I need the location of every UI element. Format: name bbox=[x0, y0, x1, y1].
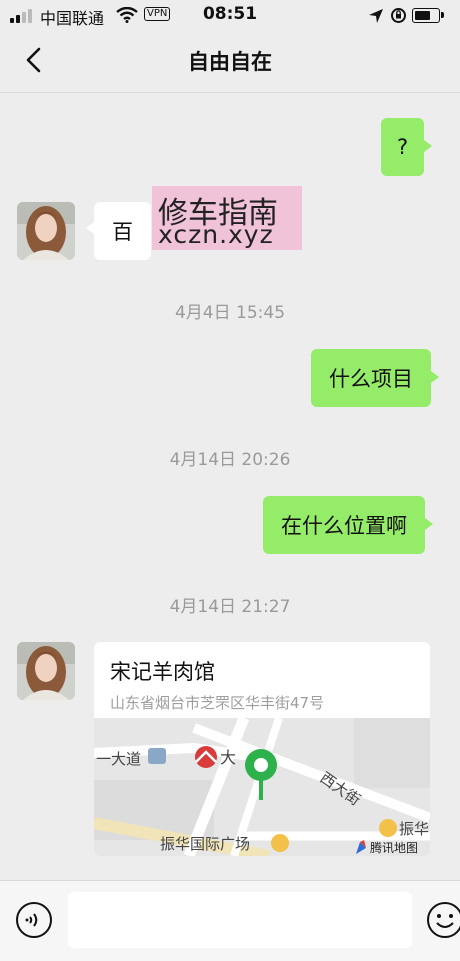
location-map[interactable]: 一大道 大 西大街 振华国际广场 振华 腾讯地图 bbox=[94, 718, 430, 856]
watermark-line2: xczn.xyz bbox=[158, 220, 274, 249]
location-name: 宋记羊肉馆 bbox=[110, 660, 215, 684]
message-text: ? bbox=[397, 135, 409, 159]
map-plaza-icon bbox=[271, 834, 289, 852]
timestamp: 4月14日 21:27 bbox=[169, 597, 291, 617]
location-address: 山东省烟台市芝罘区华丰街47号 bbox=[110, 694, 325, 712]
message-bubble-received[interactable]: 百 bbox=[86, 202, 151, 260]
voice-input-icon[interactable] bbox=[15, 901, 53, 939]
svg-text:一大道: 一大道 bbox=[96, 750, 141, 768]
map-label-road1: 一大道 bbox=[96, 750, 141, 768]
timestamp: 4月4日 15:45 bbox=[174, 303, 286, 323]
avatar-image bbox=[17, 642, 75, 700]
avatar[interactable] bbox=[17, 642, 75, 700]
map-provider: 腾讯地图 bbox=[370, 840, 418, 855]
message-bubble-sent[interactable]: ? bbox=[381, 118, 433, 176]
message-input[interactable] bbox=[68, 892, 412, 948]
location-card[interactable]: 宋记羊肉馆 山东省烟台市芝罘区华丰街47号 一大道 大 西大街 振华国际广场 振… bbox=[94, 642, 430, 856]
message-text: 什么项目 bbox=[329, 367, 413, 391]
chat-title: 自由自在 bbox=[188, 50, 272, 74]
message-text: 在什么位置啊 bbox=[281, 514, 407, 538]
map-label-plaza: 振华国际广场 bbox=[160, 835, 250, 853]
message-bubble-sent[interactable]: 什么项目 bbox=[311, 349, 439, 407]
watermark: 修车指南 xczn.xyz bbox=[152, 186, 302, 250]
location-arrow-icon bbox=[369, 9, 383, 23]
map-label-poi1: 大 bbox=[220, 748, 236, 767]
map-poi-logo-icon bbox=[195, 746, 217, 768]
input-bar bbox=[0, 880, 460, 961]
rotation-lock-icon bbox=[391, 8, 406, 23]
battery-icon bbox=[412, 8, 444, 23]
map-poi2-icon bbox=[379, 819, 397, 837]
status-bar: 中国联通 VPN 08:51 bbox=[0, 0, 460, 30]
map-label-poi2: 振华 bbox=[399, 820, 429, 838]
emoji-icon[interactable] bbox=[426, 901, 460, 939]
message-bubble-sent[interactable]: 在什么位置啊 bbox=[263, 496, 433, 554]
avatar-image bbox=[17, 202, 75, 260]
chat-header: 自由自在 bbox=[0, 30, 460, 93]
map-landmark-icon bbox=[148, 748, 166, 764]
timestamp: 4月14日 20:26 bbox=[169, 450, 291, 470]
avatar[interactable] bbox=[17, 202, 75, 260]
message-text: 百 bbox=[112, 220, 133, 244]
